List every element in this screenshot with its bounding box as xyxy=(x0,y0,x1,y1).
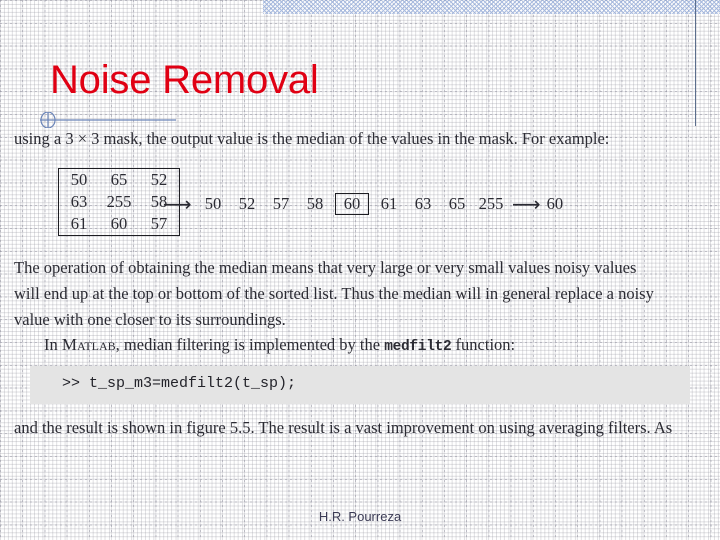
matrix-cell: 255 xyxy=(106,192,132,211)
matrix-cell: 57 xyxy=(150,214,168,233)
sorted-value: 52 xyxy=(238,194,256,213)
code-block-text: >> t_sp_m3=medfilt2(t_sp); xyxy=(62,375,297,392)
sorted-value: 57 xyxy=(272,194,290,213)
sorted-value-median: 60 xyxy=(335,193,369,215)
right-vertical-rule xyxy=(695,0,696,126)
paragraph-matlab: In Matlab, median filtering is implement… xyxy=(44,335,515,355)
medfilt2-function-name: medfilt2 xyxy=(384,339,452,355)
paragraph-median-line-2: will end up at the top or bottom of the … xyxy=(14,284,654,303)
sorted-value: 50 xyxy=(204,194,222,213)
matlab-name: Matlab xyxy=(61,335,116,354)
sorted-value: 63 xyxy=(414,194,432,213)
arrow-right-icon: ⟶ xyxy=(512,192,541,216)
matrix-cell: 61 xyxy=(70,214,88,233)
matlab-suffix: function: xyxy=(451,335,516,354)
matrix-cell: 52 xyxy=(150,170,168,189)
sorted-values-list: 50 52 57 58 60 61 63 65 255 ⟶ 60 xyxy=(196,192,563,216)
slide-footer: H.R. Pourreza xyxy=(318,509,402,524)
matrix-cell: 50 xyxy=(70,170,88,189)
sorted-value: 65 xyxy=(448,194,466,213)
sorted-value: 255 xyxy=(478,194,504,213)
paragraph-intro: using a 3 × 3 mask, the output value is … xyxy=(14,129,610,148)
matlab-prefix: In xyxy=(44,335,62,354)
paragraph-result: and the result is shown in figure 5.5. T… xyxy=(14,418,673,437)
arrow-right-icon: ⟶ xyxy=(163,192,192,216)
table-row: 63 255 58 xyxy=(59,191,180,213)
title-underline-decoration xyxy=(40,112,176,128)
top-decorative-banner xyxy=(263,0,720,14)
sorted-value: 61 xyxy=(380,194,398,213)
paragraph-median-line-1: The operation of obtaining the median me… xyxy=(14,258,637,277)
median-result: 60 xyxy=(546,194,564,213)
slide-canvas: Noise Removal using a 3 × 3 mask, the ou… xyxy=(0,0,720,540)
matlab-middle: , median filtering is implemented by the xyxy=(115,335,385,354)
sorted-value: 58 xyxy=(306,194,324,213)
mask-matrix: 50 65 52 63 255 58 61 60 57 xyxy=(58,168,180,236)
matrix-cell: 63 xyxy=(70,192,88,211)
paragraph-median-line-3: value with one closer to its surrounding… xyxy=(14,310,286,329)
table-row: 61 60 57 xyxy=(59,213,180,236)
page-title: Noise Removal xyxy=(50,58,319,102)
matrix-cell: 65 xyxy=(110,170,128,189)
matrix-cell: 60 xyxy=(110,214,128,233)
table-row: 50 65 52 xyxy=(59,169,180,192)
